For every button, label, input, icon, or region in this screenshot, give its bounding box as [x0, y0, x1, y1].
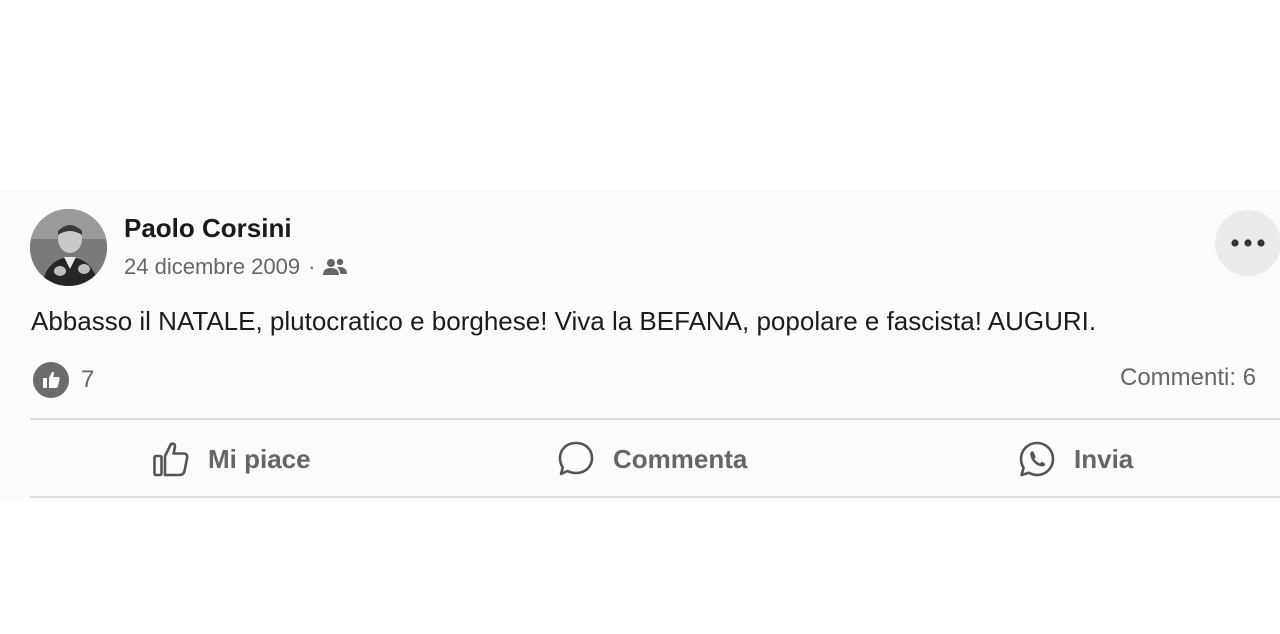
comment-button-label: Commenta — [613, 443, 748, 474]
friends-icon — [323, 257, 348, 277]
divider — [30, 496, 1280, 498]
comment-icon — [558, 441, 594, 476]
comments-count[interactable]: Commenti: 6 — [1120, 364, 1256, 392]
share-button-label: Invia — [1074, 443, 1134, 474]
like-button-label: Mi piace — [208, 443, 311, 474]
meta-separator: · — [308, 254, 316, 279]
comment-button[interactable]: Commenta — [557, 438, 747, 480]
post-author[interactable]: Paolo Corsini — [124, 213, 292, 244]
share-button[interactable]: Invia — [1018, 438, 1133, 480]
divider — [30, 418, 1280, 420]
avatar[interactable] — [30, 209, 107, 286]
post-card: Paolo Corsini 24 dicembre 2009 · Abbasso… — [0, 190, 1280, 502]
thumbs-up-icon — [33, 362, 69, 398]
post-date[interactable]: 24 dicembre 2009 — [124, 254, 300, 280]
post-text: Abbasso il NATALE, plutocratico e borghe… — [31, 306, 1097, 336]
reactions-count: 7 — [81, 366, 95, 393]
whatsapp-icon — [1019, 441, 1055, 477]
thumbs-up-outline-icon — [153, 442, 189, 477]
more-options-button[interactable] — [1215, 210, 1280, 276]
reactions-summary[interactable]: 7 — [33, 362, 94, 398]
post-meta: 24 dicembre 2009 · — [124, 254, 348, 280]
like-button[interactable]: Mi piace — [152, 438, 311, 480]
more-icon — [1231, 239, 1265, 247]
